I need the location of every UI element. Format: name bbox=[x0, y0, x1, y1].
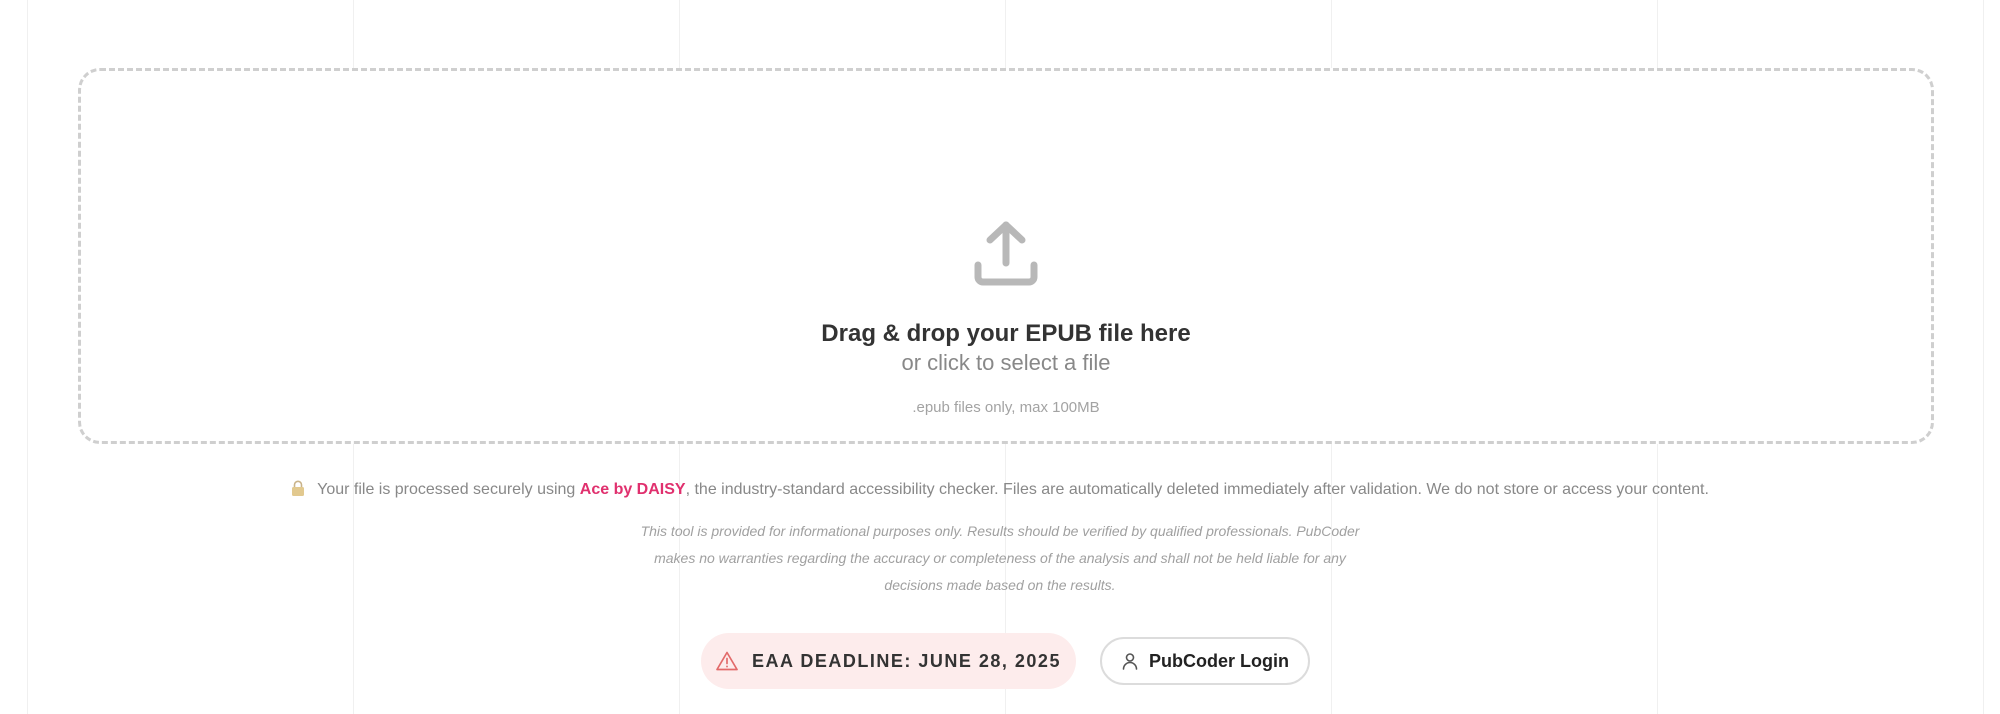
security-note-suffix: , the industry-standard accessibility ch… bbox=[685, 481, 1709, 498]
dropzone-subtitle: or click to select a file bbox=[901, 350, 1111, 375]
pubcoder-login-button[interactable]: PubCoder Login bbox=[1100, 637, 1310, 685]
eaa-deadline-badge: EAA DEADLINE: JUNE 28, 2025 bbox=[701, 633, 1076, 689]
dropzone-file-hint: .epub files only, max 100MB bbox=[912, 399, 1100, 416]
user-icon bbox=[1121, 652, 1139, 670]
epub-dropzone[interactable]: Drag & drop your EPUB file here or click… bbox=[78, 68, 1934, 444]
login-label: PubCoder Login bbox=[1149, 650, 1289, 671]
upload-icon bbox=[972, 219, 1040, 287]
security-note: Your file is processed securely using Ac… bbox=[0, 479, 2000, 501]
disclaimer-text: This tool is provided for informational … bbox=[640, 523, 1360, 593]
warning-icon bbox=[716, 651, 738, 671]
lock-icon bbox=[291, 480, 305, 496]
dropzone-title: Drag & drop your EPUB file here bbox=[821, 320, 1191, 347]
ace-by-daisy-link[interactable]: Ace by DAISY bbox=[580, 481, 686, 498]
deadline-label: EAA DEADLINE: JUNE 28, 2025 bbox=[752, 650, 1061, 671]
security-note-prefix: Your file is processed securely using bbox=[317, 481, 580, 498]
